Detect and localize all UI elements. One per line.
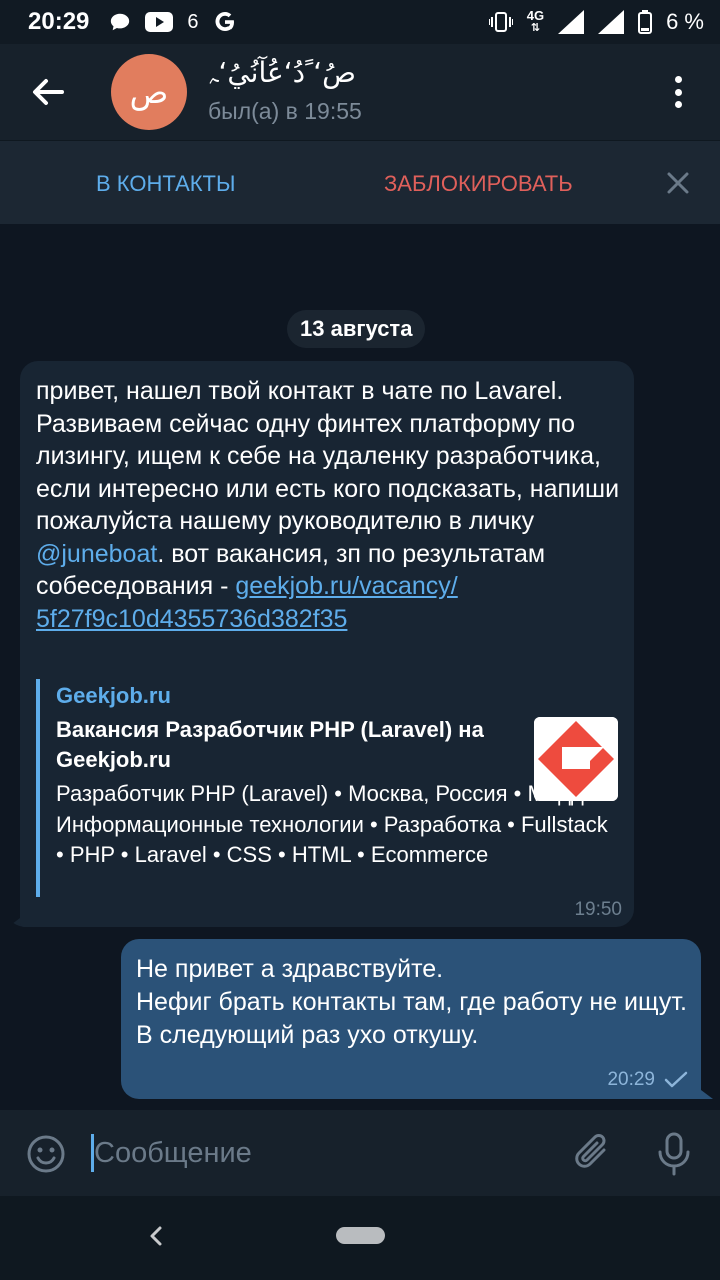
attach-icon[interactable] (574, 1132, 614, 1176)
incoming-message[interactable]: привет, нашел твой контакт в чате по Lav… (20, 361, 634, 927)
status-bar: 20:29 6 4G ⇅ 6 % (0, 0, 720, 44)
contact-action-bar: В КОНТАКТЫ ЗАБЛОКИРОВАТЬ (0, 140, 720, 224)
block-user-button[interactable]: ЗАБЛОКИРОВАТЬ (384, 171, 573, 197)
vacancy-link[interactable]: geekjob.ru/vacancy/ (235, 572, 457, 600)
status-time: 20:29 (28, 8, 90, 35)
battery-percentage: 6 % (666, 9, 704, 34)
outgoing-message-time: 20:29 (607, 1069, 655, 1090)
youtube-icon (145, 12, 174, 32)
wifi-signal-icon (598, 10, 625, 34)
message-input[interactable] (94, 1132, 544, 1174)
avatar[interactable]: ص (111, 54, 187, 130)
network-type: 4G ⇅ (526, 8, 545, 34)
contact-name[interactable]: صُ‘ﹰدُ‘عُآنُيُ‘ﮧ (208, 56, 356, 90)
outgoing-message-meta: 20:29 (607, 1069, 689, 1091)
google-icon (215, 12, 234, 31)
link-preview[interactable]: Geekjob.ru Вакансия Разработчик PHP (Lar… (36, 679, 620, 897)
nav-back-icon[interactable] (146, 1224, 166, 1248)
back-arrow-icon[interactable] (30, 74, 66, 110)
mention-link[interactable]: @juneboat (36, 540, 157, 568)
sent-check-icon (664, 1071, 688, 1088)
outgoing-message[interactable]: Не привет а здравствуйте. Нефиг брать кон… (121, 939, 701, 1099)
message-composer (0, 1110, 720, 1196)
vibrate-icon (488, 12, 513, 32)
battery-icon (638, 10, 653, 34)
system-status: 4G ⇅ 6 % (488, 8, 704, 35)
geekjob-logo (534, 717, 618, 801)
date-separator: 13 августа (287, 310, 426, 348)
notification-icons: 6 (109, 10, 236, 34)
microphone-icon[interactable] (654, 1132, 694, 1176)
chat-header: ص صُ‘ﹰدُ‘عُآنُيُ‘ﮧ был(а) в 19:55 (0, 44, 720, 140)
system-navigation-bar (0, 1196, 720, 1280)
message-icon (111, 13, 130, 31)
outgoing-message-text: Не привет а здравствуйте. Нефиг брать кон… (136, 955, 687, 1049)
preview-description: Разработчик PHP (Laravel) • Москва, Росс… (56, 781, 611, 867)
add-to-contacts-button[interactable]: В КОНТАКТЫ (96, 171, 235, 197)
nav-home-pill[interactable] (336, 1227, 385, 1244)
vacancy-link-continued[interactable]: 5f27f9c10d4355736d382f35 (36, 605, 347, 633)
notification-count: 6 (187, 10, 199, 33)
more-menu-icon[interactable] (666, 72, 690, 112)
incoming-message-time: 19:50 (574, 899, 622, 920)
signal-icon (558, 10, 585, 34)
preview-site-name: Geekjob.ru (56, 683, 171, 708)
close-icon[interactable] (664, 169, 692, 197)
preview-title: Вакансия Разработчик PHP (Laravel) на Ge… (56, 717, 484, 772)
emoji-icon[interactable] (26, 1134, 66, 1174)
chat-messages[interactable]: 13 августа привет, нашел твой контакт в … (0, 224, 720, 1110)
last-seen-status: был(а) в 19:55 (208, 98, 362, 124)
incoming-message-text: привет, нашел твой контакт в чате по Lav… (36, 377, 620, 633)
